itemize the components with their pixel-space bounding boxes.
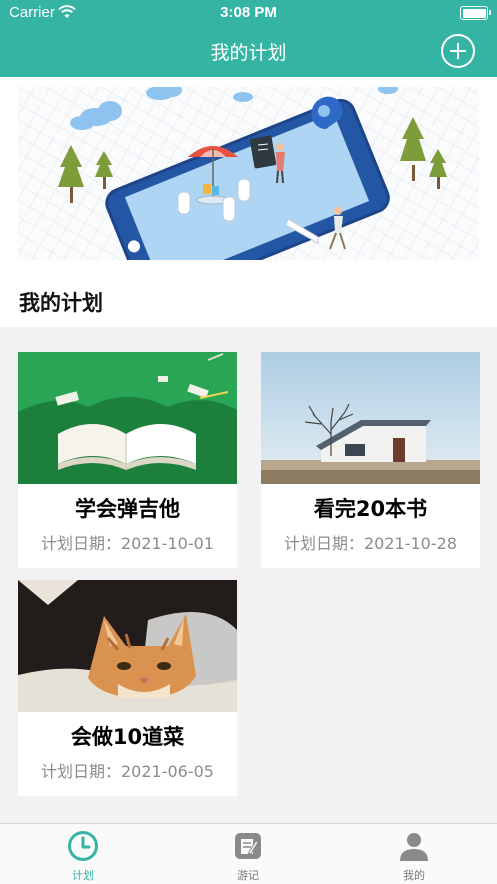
tab-label: 计划 <box>72 869 94 882</box>
clock-time: 3:08 PM <box>220 4 277 21</box>
navigation-bar: 我的计划 <box>0 26 497 77</box>
plan-title: 会做10道菜 <box>70 725 185 749</box>
tab-bar: 计划 游记 我的 <box>0 823 497 884</box>
section-title: 我的计划 <box>19 291 103 315</box>
plan-title: 看完20本书 <box>313 497 428 521</box>
tab-plan[interactable]: 计划 <box>23 824 143 884</box>
page-title: 我的计划 <box>210 42 287 64</box>
plan-date: 计划日期：2021-06-05 <box>41 762 214 781</box>
status-bar: Carrier 3:08 PM <box>0 0 497 26</box>
house-tree-image <box>261 352 480 484</box>
plan-date: 计划日期：2021-10-28 <box>284 534 457 553</box>
hero-section: 我的计划 <box>0 77 497 327</box>
add-plan-button[interactable] <box>441 34 475 68</box>
clock-icon <box>68 831 98 861</box>
plan-card[interactable]: 看完20本书 计划日期：2021-10-28 <box>261 352 480 568</box>
banner-illustration <box>18 87 479 260</box>
plan-date: 计划日期：2021-10-01 <box>41 534 214 553</box>
plan-card[interactable]: 会做10道菜 计划日期：2021-06-05 <box>18 580 237 796</box>
user-icon <box>400 833 428 861</box>
note-edit-icon <box>235 833 261 859</box>
open-book-image <box>18 352 237 484</box>
battery-icon <box>460 6 491 20</box>
tab-travel-notes[interactable]: 游记 <box>188 824 308 884</box>
plan-card[interactable]: 学会弹吉他 计划日期：2021-10-01 <box>18 352 237 568</box>
tab-label: 我的 <box>403 869 425 882</box>
plan-title: 学会弹吉他 <box>75 497 180 521</box>
cat-image <box>18 580 237 712</box>
tab-mine[interactable]: 我的 <box>354 824 474 884</box>
tab-label: 游记 <box>237 869 259 882</box>
